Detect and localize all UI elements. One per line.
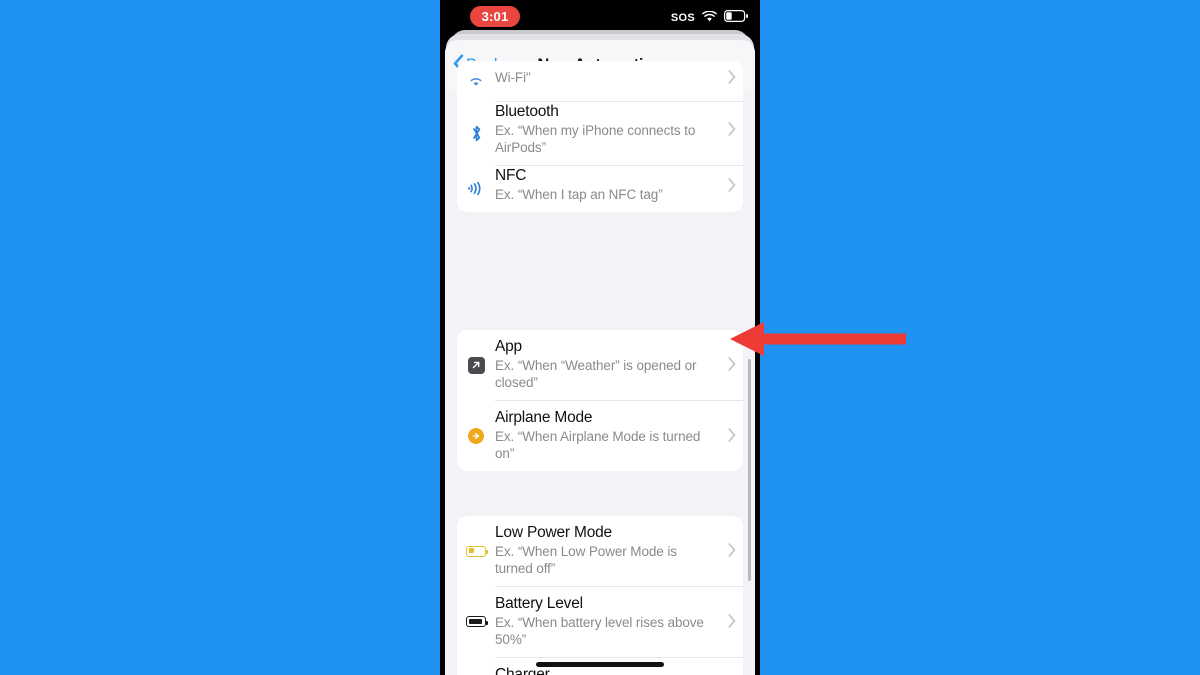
list-item-airplane-mode[interactable]: Airplane Mode Ex. “When Airplane Mode is… — [457, 400, 743, 471]
list-item-title: NFC — [495, 167, 527, 184]
recording-time-pill: 3:01 — [470, 6, 520, 27]
list-item-battery-level[interactable]: Battery Level Ex. “When battery level ri… — [457, 586, 743, 657]
list-item-title: Airplane Mode — [495, 409, 593, 426]
list-item-subtitle: Ex. “When battery level rises above 50%” — [495, 615, 704, 647]
list-item-subtitle: Ex. “When my iPhone connects to AirPods” — [495, 123, 696, 155]
app-icon — [457, 330, 495, 400]
list-item-title: App — [495, 338, 522, 355]
list-item-low-power-mode[interactable]: Low Power Mode Ex. “When Low Power Mode … — [457, 516, 743, 586]
wifi-icon — [702, 9, 717, 27]
chevron-right-icon — [721, 543, 743, 557]
trigger-group-app: App Ex. “When “Weather” is opened or clo… — [457, 330, 743, 471]
list-item-title: Bluetooth — [495, 103, 559, 120]
low-power-mode-icon — [457, 516, 495, 586]
chevron-right-icon — [721, 122, 743, 136]
sos-label: SOS — [670, 12, 695, 24]
list-item-app[interactable]: App Ex. “When “Weather” is opened or clo… — [457, 330, 743, 400]
battery-icon — [724, 9, 749, 27]
trigger-list-scroll-area[interactable]: Wi-Fi" Bluetooth Ex. “When my iPhone con… — [445, 61, 755, 675]
list-item-subtitle: Ex. “When I tap an NFC tag” — [495, 187, 663, 202]
chevron-right-icon — [721, 428, 743, 442]
home-indicator — [536, 662, 664, 667]
app-row-chevron[interactable] — [721, 357, 743, 371]
trigger-group-clipped-top: Wi-Fi" Bluetooth Ex. “When my iPhone con… — [457, 61, 743, 212]
vertical-scrollbar[interactable] — [748, 359, 751, 581]
bluetooth-icon — [457, 101, 495, 165]
screenshot-root: 3:01 SOS Wi-Fi" Bluetooth Ex. “When my i… — [0, 0, 1200, 675]
chevron-right-icon — [721, 69, 743, 84]
wifi-icon — [457, 61, 495, 101]
list-item-subtitle: Ex. “When “Weather” is opened or closed” — [495, 358, 697, 390]
status-bar-indicators: SOS — [670, 9, 749, 27]
list-item-subtitle: Ex. “When Low Power Mode is turned off” — [495, 544, 677, 576]
app-sheet: Back New Automation — [445, 40, 755, 675]
charger-icon — [457, 657, 495, 675]
battery-level-icon — [457, 586, 495, 657]
airplane-mode-icon — [457, 400, 495, 471]
list-item-subtitle: Ex. “When Airplane Mode is turned on” — [495, 429, 701, 461]
nfc-icon — [457, 165, 495, 212]
chevron-right-icon — [721, 177, 743, 192]
list-item-nfc[interactable]: NFC Ex. “When I tap an NFC tag” — [457, 165, 743, 212]
trigger-group-power: Low Power Mode Ex. “When Low Power Mode … — [457, 516, 743, 675]
list-item[interactable]: Wi-Fi" — [457, 61, 743, 101]
list-item-title: Low Power Mode — [495, 524, 612, 541]
chevron-right-icon — [721, 614, 743, 628]
list-item-subtitle: Wi-Fi" — [495, 69, 531, 85]
phone-device-frame: 3:01 SOS Wi-Fi" Bluetooth Ex. “When my i… — [440, 0, 760, 675]
status-bar-time: 3:01 — [481, 9, 509, 24]
list-item-title: Battery Level — [495, 595, 583, 612]
list-item-bluetooth[interactable]: Bluetooth Ex. “When my iPhone connects t… — [457, 101, 743, 165]
